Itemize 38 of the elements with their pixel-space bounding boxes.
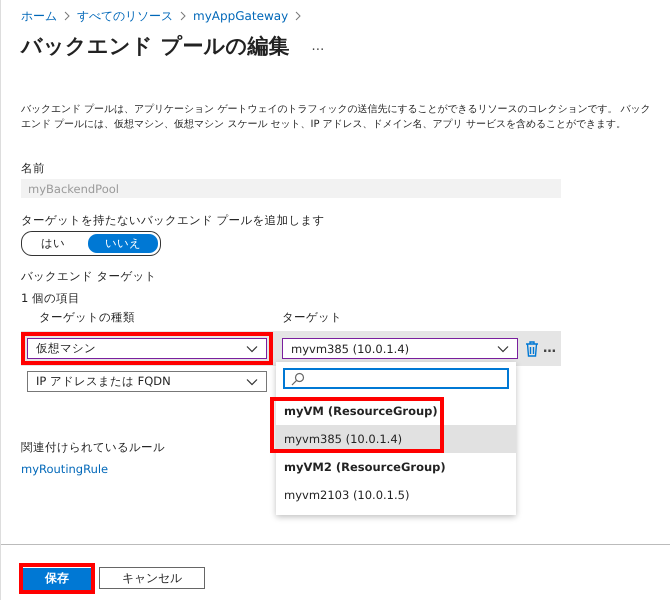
cancel-button[interactable]: キャンセル	[99, 567, 205, 590]
search-icon	[291, 372, 305, 386]
dropdown[interactable]: 仮想マシン	[27, 338, 267, 359]
trash-icon	[525, 340, 539, 356]
search-field[interactable]	[283, 368, 509, 389]
field-label: 関連付けられているルール	[21, 439, 165, 455]
rule-link[interactable]: myRoutingRule	[21, 462, 108, 476]
chevron-down-icon	[246, 344, 258, 352]
dropdown-value: myvm385 (10.0.1.4)	[291, 342, 410, 356]
dropdown-value: IP アドレスまたは FQDN	[36, 374, 171, 389]
dropdown-value: 仮想マシン	[36, 341, 96, 356]
breadcrumb-link[interactable]: ホーム	[21, 8, 57, 24]
field-label: 名前	[21, 160, 46, 176]
chevron-right-icon	[64, 11, 70, 21]
column-header: ターゲット	[281, 310, 343, 325]
chevron-down-icon	[246, 378, 258, 386]
save-button[interactable]: 保存	[23, 568, 91, 590]
breadcrumb-link[interactable]: すべてのリソース	[77, 8, 173, 24]
description-text: バックエンド プールは、アプリケーション ゲートウェイのトラフィックの送信先にすることができるリソースのコレクションです。 バックエンド プールには、仮想マシン、仮想マシン スケール セット、IP アドレス、ドメイン名、アプリ サービスを含めることができます。	[21, 102, 651, 132]
toggle-option[interactable]: いいえ	[88, 234, 158, 253]
column-header: ターゲットの種類	[38, 310, 136, 325]
more-button[interactable]: …	[543, 341, 556, 356]
dropdown[interactable]: IP アドレスまたは FQDN	[27, 371, 267, 392]
group-header: myVM (ResourceGroup)	[283, 403, 439, 420]
group-header: myVM2 (ResourceGroup)	[283, 459, 447, 476]
item-count: 1 個の項目	[21, 290, 81, 306]
breadcrumb-link[interactable]: myAppGateway	[193, 9, 288, 23]
toggle-switch[interactable]: はい いいえ	[21, 231, 161, 256]
dropdown[interactable]: myvm385 (10.0.1.4)	[282, 338, 518, 359]
chevron-right-icon	[180, 11, 186, 21]
chevron-down-icon	[497, 344, 509, 352]
chevron-right-icon	[295, 11, 302, 21]
page-title: バックエンド プールの編集	[21, 33, 290, 60]
field-label: ターゲットを持たないバックエンド プールを追加します	[21, 212, 326, 228]
section-heading: バックエンド ターゲット	[21, 268, 158, 284]
more-button[interactable]: …	[311, 38, 324, 54]
toggle-option[interactable]: はい	[24, 234, 82, 253]
dropdown-option[interactable]: myvm2103 (10.0.1.5)	[276, 481, 516, 509]
